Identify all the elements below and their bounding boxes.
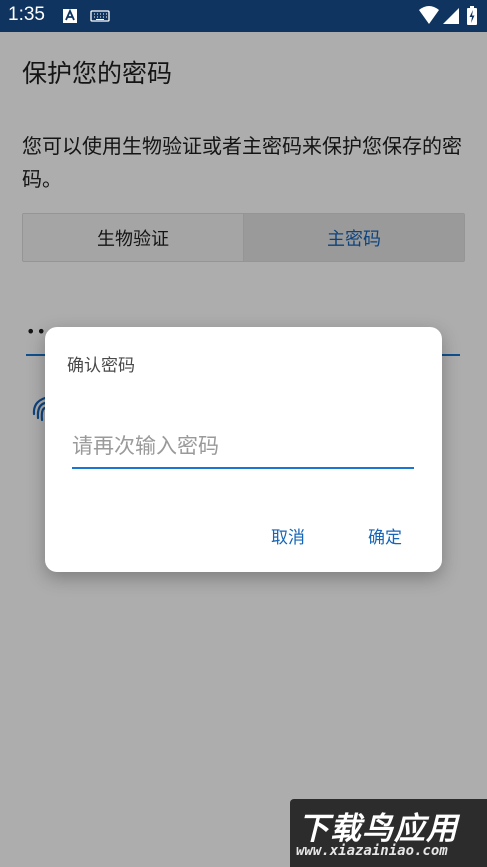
watermark-logo: 下载鸟应用 www.xiazainiao.com: [290, 799, 487, 867]
watermark-title: 下载鸟应用: [298, 811, 458, 847]
wifi-icon: [419, 6, 439, 24]
cancel-button[interactable]: 取消: [271, 523, 305, 548]
signal-icon: [443, 8, 459, 24]
confirm-password-dialog: 确认密码 取消 确定: [45, 327, 442, 572]
status-bar: 1:35: [0, 0, 487, 32]
confirm-button[interactable]: 确定: [368, 523, 402, 548]
status-time: 1:35: [8, 4, 45, 25]
confirm-password-input[interactable]: [72, 431, 414, 469]
watermark-url: www.xiazainiao.com: [296, 843, 448, 859]
notification-a-icon: [63, 8, 77, 23]
dialog-title: 确认密码: [67, 356, 135, 376]
keyboard-icon: [90, 10, 110, 22]
battery-charging-icon: [467, 6, 477, 25]
